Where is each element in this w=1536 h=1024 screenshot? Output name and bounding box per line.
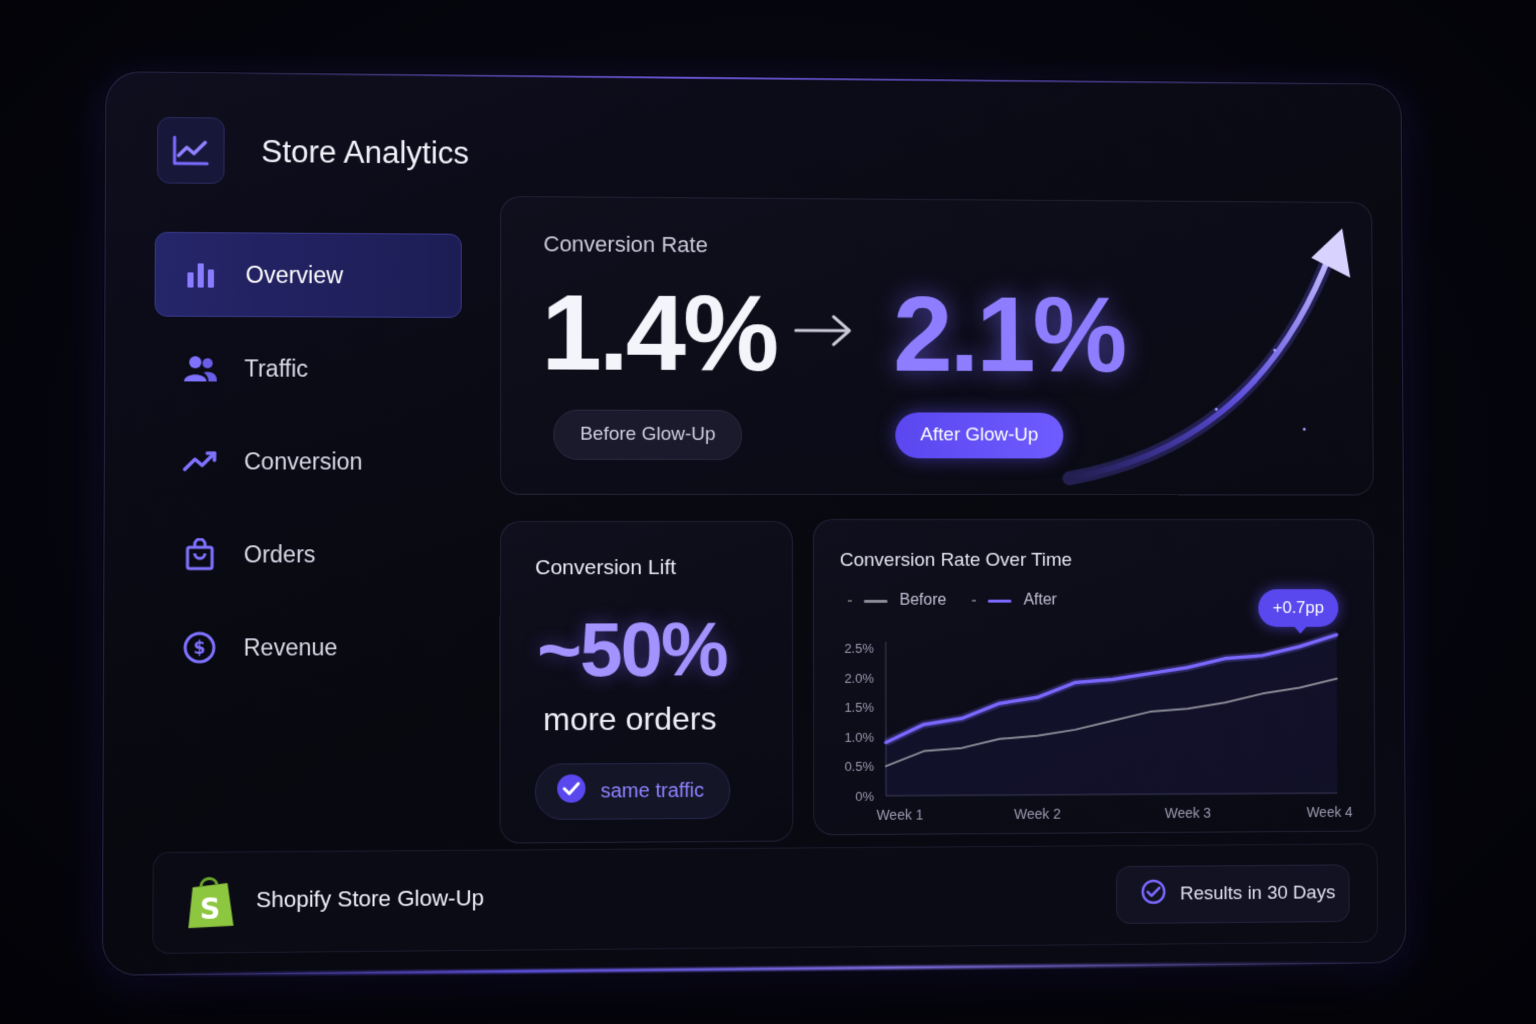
footer-title: Shopify Store Glow-Up bbox=[256, 885, 484, 913]
x-tick-label: Week 2 bbox=[1014, 806, 1061, 822]
y-tick-label: 1.0% bbox=[844, 730, 874, 745]
sidebar-item-traffic[interactable]: Traffic bbox=[154, 327, 461, 411]
x-tick-label: Week 4 bbox=[1307, 804, 1353, 820]
shopify-bag-icon: S bbox=[184, 873, 235, 935]
legend-before-swatch bbox=[864, 599, 888, 602]
legend-dash bbox=[848, 600, 852, 602]
x-tick-label: Week 3 bbox=[1165, 805, 1212, 821]
legend-after-swatch bbox=[988, 599, 1012, 602]
legend-after-label: After bbox=[1023, 592, 1056, 610]
check-circle-icon bbox=[556, 773, 586, 809]
y-tick-label: 0% bbox=[855, 789, 874, 804]
lift-value: ~50% bbox=[537, 606, 727, 694]
stage: Store Analytics Overview Traffic Convers… bbox=[0, 0, 1536, 1024]
dashboard-panel: Store Analytics Overview Traffic Convers… bbox=[102, 71, 1407, 976]
sidebar-item-orders[interactable]: Orders bbox=[154, 513, 462, 596]
after-area-fill bbox=[886, 635, 1338, 796]
line-chart: 0% 0.5% 1.0% 1.5% 2.0% 2.5% Week 1 Week 2 Week 3… bbox=[834, 627, 1357, 824]
before-glow-up-pill: Before Glow-Up bbox=[553, 410, 742, 460]
conversion-over-time-card: Conversion Rate Over Time Before After +… bbox=[813, 519, 1376, 835]
app-title: Store Analytics bbox=[261, 134, 469, 172]
chart-legend: Before After bbox=[848, 592, 1057, 610]
growth-arrow-icon bbox=[1059, 211, 1363, 494]
sidebar-item-label: Overview bbox=[246, 261, 344, 289]
legend-dash bbox=[972, 600, 976, 602]
results-label: Results in 30 Days bbox=[1180, 882, 1335, 905]
sidebar-item-label: Conversion bbox=[244, 448, 363, 475]
legend-before-label: Before bbox=[900, 592, 947, 610]
footer-bar: S Shopify Store Glow-Up Results in 30 Da… bbox=[152, 843, 1378, 954]
delta-badge: +0.7pp bbox=[1258, 589, 1338, 627]
pill-label: same traffic bbox=[601, 779, 705, 803]
trend-up-icon bbox=[183, 444, 218, 478]
check-circle-icon bbox=[1141, 879, 1167, 911]
sidebar-item-label: Revenue bbox=[243, 634, 337, 662]
y-tick-label: 1.5% bbox=[844, 700, 874, 715]
y-tick-label: 0.5% bbox=[844, 759, 874, 774]
sidebar-item-overview[interactable]: Overview bbox=[155, 232, 462, 318]
sidebar-item-conversion[interactable]: Conversion bbox=[154, 420, 462, 503]
sidebar-item-revenue[interactable]: $ Revenue bbox=[153, 606, 461, 690]
y-tick-label: 2.0% bbox=[844, 670, 874, 685]
bar-chart-icon bbox=[184, 257, 219, 291]
shopping-bag-icon bbox=[182, 537, 217, 571]
sidebar-nav: Overview Traffic Conversion Orders $ Rev… bbox=[153, 232, 462, 700]
dollar-circle-icon: $ bbox=[182, 630, 217, 665]
chart-title: Conversion Rate Over Time bbox=[840, 550, 1072, 572]
x-tick-label: Week 1 bbox=[876, 807, 923, 823]
sidebar-item-label: Traffic bbox=[244, 355, 308, 382]
trend-chart-icon bbox=[157, 117, 225, 184]
users-icon bbox=[183, 351, 218, 385]
after-glow-up-pill: After Glow-Up bbox=[895, 412, 1063, 458]
same-traffic-pill: same traffic bbox=[535, 763, 730, 821]
lift-subtitle: more orders bbox=[543, 700, 717, 738]
svg-text:$: $ bbox=[193, 639, 205, 659]
card-title: Conversion Rate bbox=[543, 231, 707, 258]
sidebar-item-label: Orders bbox=[244, 541, 316, 568]
arrow-right-icon bbox=[792, 310, 856, 355]
y-tick-label: 2.5% bbox=[844, 641, 874, 656]
results-badge: Results in 30 Days bbox=[1116, 864, 1350, 924]
before-value: 1.4% bbox=[541, 269, 776, 395]
conversion-rate-card: Conversion Rate 1.4% 2.1% Before Glow-Up… bbox=[500, 196, 1374, 495]
svg-text:S: S bbox=[200, 892, 221, 926]
card-title: Conversion Lift bbox=[535, 556, 676, 580]
conversion-lift-card: Conversion Lift ~50% more orders same tr… bbox=[500, 521, 794, 844]
